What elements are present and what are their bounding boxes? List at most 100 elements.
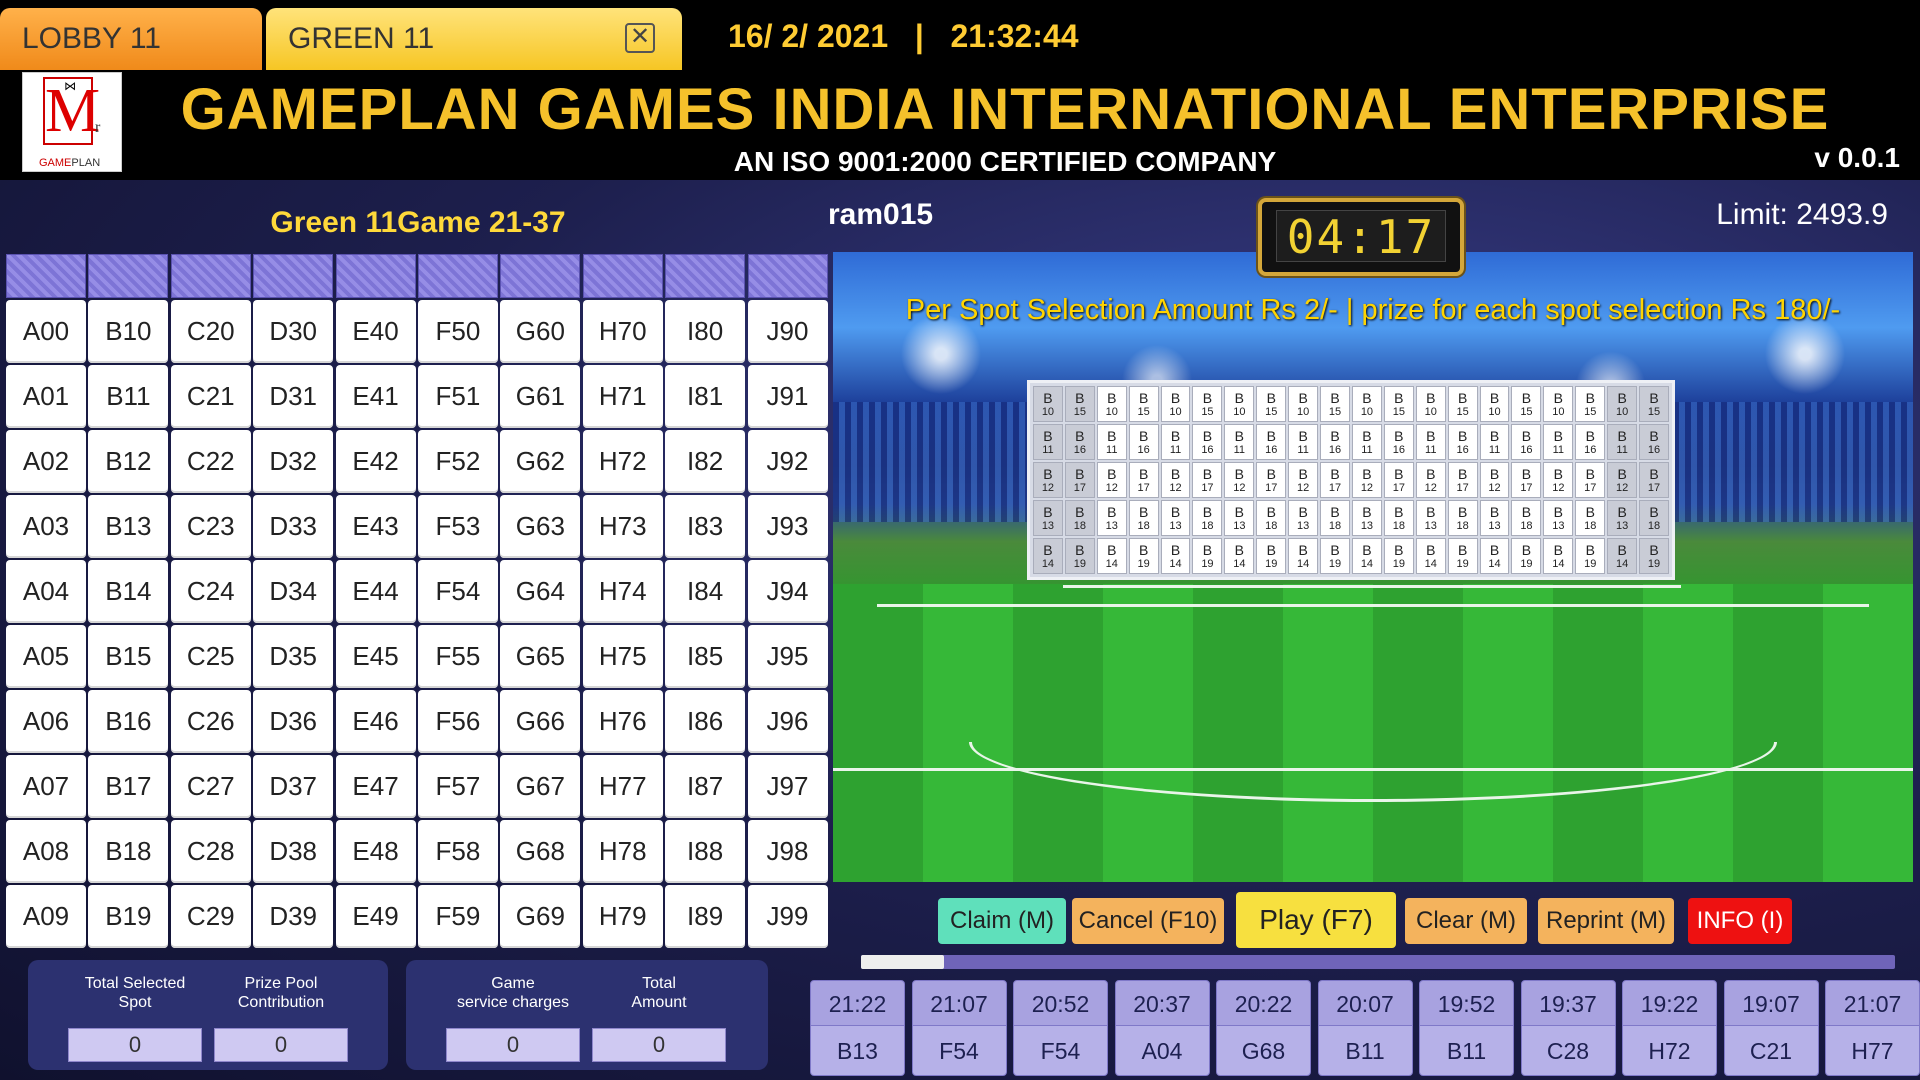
goal-spot[interactable]: B 12 — [1351, 462, 1382, 498]
number-cell[interactable]: F55 — [417, 625, 498, 688]
number-cell[interactable]: D38 — [253, 820, 334, 883]
goal-spot[interactable]: B 14 — [1160, 538, 1191, 574]
number-cell[interactable]: F51 — [417, 365, 498, 428]
goal-spot[interactable]: B 18 — [1447, 500, 1478, 536]
number-cell[interactable]: A09 — [6, 885, 86, 948]
number-cell[interactable]: I89 — [665, 885, 746, 948]
number-cell[interactable]: D36 — [253, 690, 334, 753]
number-cell[interactable]: E47 — [335, 755, 416, 818]
goal-spot[interactable]: B 17 — [1256, 462, 1287, 498]
goal-spot[interactable]: B 18 — [1256, 500, 1287, 536]
number-cell[interactable]: F57 — [417, 755, 498, 818]
number-cell[interactable]: A01 — [6, 365, 86, 428]
number-cell[interactable]: J91 — [747, 365, 828, 428]
number-cell[interactable]: D30 — [253, 300, 334, 363]
goal-spot[interactable]: B 16 — [1639, 424, 1669, 460]
number-cell[interactable]: I88 — [665, 820, 746, 883]
goal-spot[interactable]: B 19 — [1320, 538, 1350, 574]
goal-spot[interactable]: B 19 — [1383, 538, 1414, 574]
goal-spot[interactable]: B 18 — [1511, 500, 1542, 536]
column-selector[interactable] — [88, 254, 169, 298]
number-cell[interactable]: H77 — [582, 755, 663, 818]
goal-spot[interactable]: B 14 — [1607, 538, 1638, 574]
number-cell[interactable]: H71 — [582, 365, 663, 428]
goal-spot[interactable]: B 15 — [1064, 386, 1095, 422]
number-cell[interactable]: C25 — [170, 625, 251, 688]
number-cell[interactable]: D32 — [253, 430, 334, 493]
number-cell[interactable]: H78 — [582, 820, 663, 883]
number-cell[interactable]: A00 — [6, 300, 86, 363]
number-cell[interactable]: E44 — [335, 560, 416, 623]
goal-spot[interactable]: B 16 — [1320, 424, 1350, 460]
number-cell[interactable]: H76 — [582, 690, 663, 753]
column-selector[interactable] — [417, 254, 498, 298]
goal-spot[interactable]: B 18 — [1192, 500, 1223, 536]
number-cell[interactable]: D39 — [253, 885, 334, 948]
number-cell[interactable]: F50 — [417, 300, 498, 363]
info-button[interactable]: INFO (I) — [1688, 898, 1792, 944]
goal-spot[interactable]: B 19 — [1192, 538, 1223, 574]
goal-spot[interactable]: B 19 — [1128, 538, 1159, 574]
number-cell[interactable]: E46 — [335, 690, 416, 753]
number-cell[interactable]: E43 — [335, 495, 416, 558]
column-selector[interactable] — [170, 254, 251, 298]
goal-spot[interactable]: B 12 — [1543, 462, 1574, 498]
reprint-button[interactable]: Reprint (M) — [1538, 898, 1674, 944]
number-cell[interactable]: C27 — [170, 755, 251, 818]
number-cell[interactable]: B15 — [88, 625, 169, 688]
number-cell[interactable]: I82 — [665, 430, 746, 493]
goal-spot[interactable]: B 10 — [1415, 386, 1446, 422]
goal-spot[interactable]: B 14 — [1479, 538, 1510, 574]
column-selector[interactable] — [582, 254, 663, 298]
goal-spot[interactable]: B 18 — [1639, 500, 1669, 536]
number-cell[interactable]: C21 — [170, 365, 251, 428]
number-cell[interactable]: B13 — [88, 495, 169, 558]
number-cell[interactable]: B18 — [88, 820, 169, 883]
number-cell[interactable]: G64 — [500, 560, 581, 623]
goal-spot[interactable]: B 17 — [1128, 462, 1159, 498]
number-cell[interactable]: B19 — [88, 885, 169, 948]
goal-spot[interactable]: B 16 — [1447, 424, 1478, 460]
goal-spot[interactable]: B 16 — [1511, 424, 1542, 460]
number-cell[interactable]: H74 — [582, 560, 663, 623]
number-cell[interactable]: G62 — [500, 430, 581, 493]
number-cell[interactable]: D31 — [253, 365, 334, 428]
goal-spot[interactable]: B 18 — [1383, 500, 1414, 536]
goal-spot[interactable]: B 11 — [1415, 424, 1446, 460]
goal-spot[interactable]: B 10 — [1607, 386, 1638, 422]
goal-spot[interactable]: B 12 — [1415, 462, 1446, 498]
close-tab-icon[interactable]: ✕ — [625, 23, 655, 53]
goal-spot[interactable]: B 17 — [1447, 462, 1478, 498]
number-cell[interactable]: B11 — [88, 365, 169, 428]
number-cell[interactable]: C23 — [170, 495, 251, 558]
number-cell[interactable]: G67 — [500, 755, 581, 818]
column-selector[interactable] — [747, 254, 828, 298]
number-cell[interactable]: F59 — [417, 885, 498, 948]
number-cell[interactable]: J94 — [747, 560, 828, 623]
number-cell[interactable]: A03 — [6, 495, 86, 558]
goal-spot[interactable]: B 11 — [1543, 424, 1574, 460]
goal-spot[interactable]: B 14 — [1351, 538, 1382, 574]
number-cell[interactable]: F58 — [417, 820, 498, 883]
goal-spot[interactable]: B 13 — [1415, 500, 1446, 536]
goal-spot[interactable]: B 12 — [1224, 462, 1255, 498]
number-cell[interactable]: D35 — [253, 625, 334, 688]
number-cell[interactable]: E42 — [335, 430, 416, 493]
number-cell[interactable]: I84 — [665, 560, 746, 623]
column-selector[interactable] — [335, 254, 416, 298]
number-cell[interactable]: H73 — [582, 495, 663, 558]
number-cell[interactable]: J96 — [747, 690, 828, 753]
number-cell[interactable]: A04 — [6, 560, 86, 623]
number-cell[interactable]: G68 — [500, 820, 581, 883]
number-cell[interactable]: B12 — [88, 430, 169, 493]
column-selector[interactable] — [665, 254, 746, 298]
goal-spot[interactable]: B 10 — [1160, 386, 1191, 422]
number-cell[interactable]: I80 — [665, 300, 746, 363]
number-cell[interactable]: J95 — [747, 625, 828, 688]
number-cell[interactable]: C24 — [170, 560, 251, 623]
number-cell[interactable]: H70 — [582, 300, 663, 363]
goal-spot[interactable]: B 18 — [1320, 500, 1350, 536]
number-cell[interactable]: J92 — [747, 430, 828, 493]
column-selector[interactable] — [500, 254, 581, 298]
goal-spot[interactable]: B 10 — [1543, 386, 1574, 422]
